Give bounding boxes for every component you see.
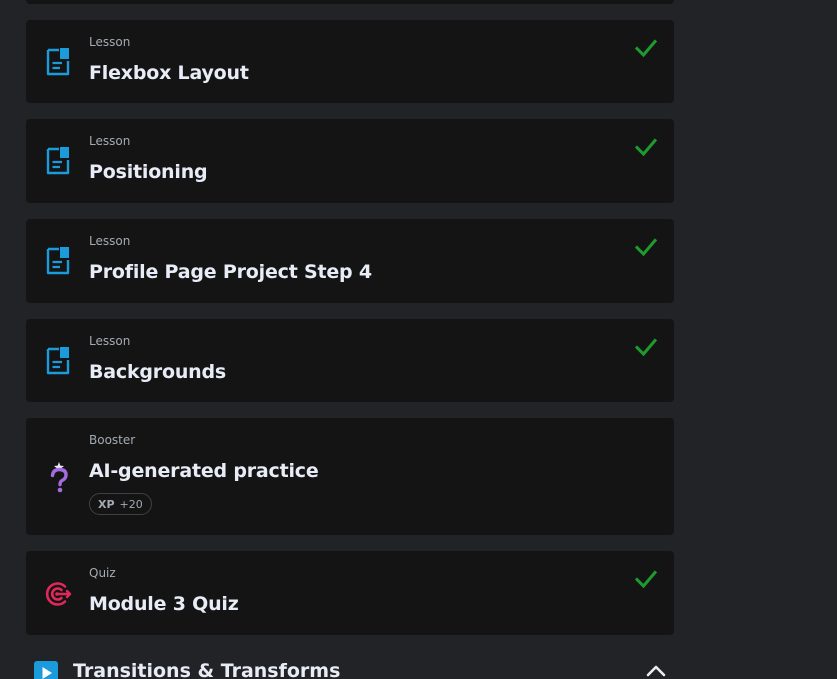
booster-item[interactable]: Booster AI-generated practice XP +20 [26, 418, 674, 535]
lesson-document-icon [46, 347, 70, 375]
lesson-document-icon [46, 48, 70, 76]
item-title: Module 3 Quiz [89, 593, 239, 615]
check-icon [634, 338, 658, 357]
item-type-label: Lesson [89, 234, 131, 248]
item-type-label: Quiz [89, 566, 116, 580]
quiz-target-icon [45, 582, 72, 606]
check-icon [634, 238, 658, 257]
lesson-item[interactable]: Lesson Profile Page Project Step 4 [26, 219, 674, 303]
lesson-item[interactable]: Lesson Positioning [26, 119, 674, 203]
quiz-item[interactable]: Quiz Module 3 Quiz [26, 551, 674, 635]
check-icon [634, 138, 658, 157]
check-icon [634, 570, 658, 589]
item-type-label: Lesson [89, 134, 131, 148]
course-outline: Lesson Flexbox Layout Lesson Positioning… [0, 0, 837, 679]
item-type-label: Lesson [89, 334, 131, 348]
item-title: Flexbox Layout [89, 62, 249, 84]
previous-item-card[interactable] [26, 0, 674, 4]
xp-label: XP [98, 497, 115, 511]
xp-badge: XP +20 [89, 493, 152, 515]
check-icon [634, 39, 658, 58]
lesson-document-icon [46, 247, 70, 275]
xp-value: +20 [119, 497, 143, 511]
lesson-item[interactable]: Lesson Backgrounds [26, 319, 674, 402]
item-title: Backgrounds [89, 361, 226, 383]
item-type-label: Booster [89, 433, 136, 447]
item-title: Positioning [89, 161, 208, 183]
chevron-up-icon[interactable] [646, 664, 666, 678]
section-header[interactable]: Transitions & Transforms [32, 656, 672, 679]
item-type-label: Lesson [89, 35, 131, 49]
booster-question-icon [50, 462, 68, 493]
lesson-item[interactable]: Lesson Flexbox Layout [26, 20, 674, 103]
item-title: Profile Page Project Step 4 [89, 261, 372, 283]
lesson-document-icon [46, 147, 70, 175]
section-title: Transitions & Transforms [73, 660, 341, 679]
play-icon [34, 661, 58, 679]
item-title: AI-generated practice [89, 460, 319, 482]
